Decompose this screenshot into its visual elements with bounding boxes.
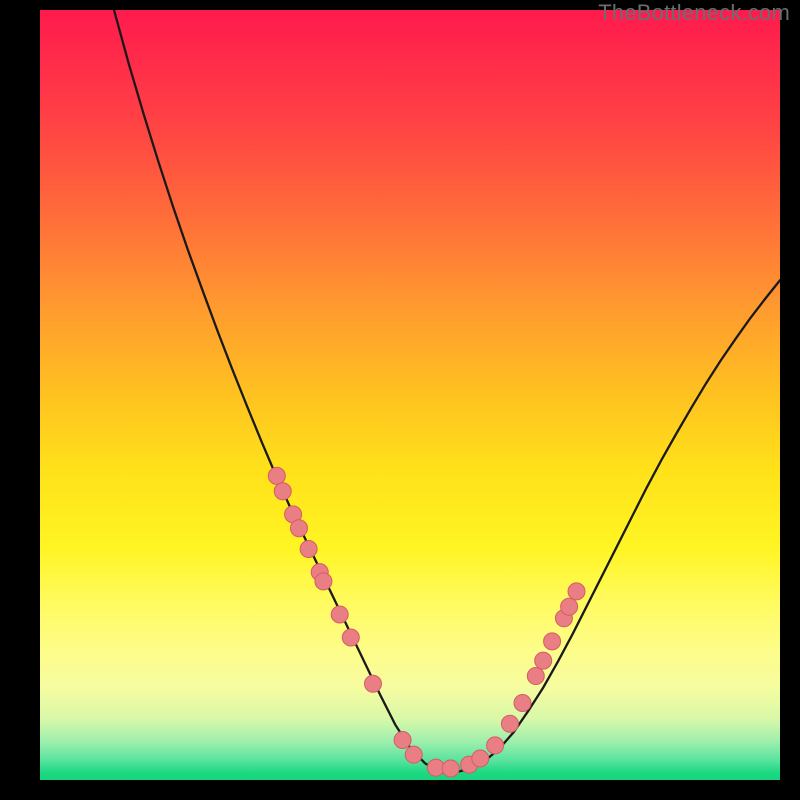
data-point xyxy=(342,629,359,646)
data-point xyxy=(527,668,544,685)
data-point xyxy=(365,675,382,692)
data-point xyxy=(544,633,561,650)
chart-stage: TheBottleneck.com xyxy=(0,0,800,800)
data-point xyxy=(291,520,308,537)
data-point xyxy=(501,715,518,732)
data-point xyxy=(274,483,291,500)
data-point xyxy=(514,695,531,712)
data-point xyxy=(315,573,332,590)
data-point xyxy=(268,467,285,484)
data-point xyxy=(394,731,411,748)
data-point xyxy=(568,583,585,600)
data-point xyxy=(535,652,552,669)
dots-layer xyxy=(40,10,780,780)
data-point xyxy=(331,606,348,623)
data-point xyxy=(405,746,422,763)
data-point xyxy=(561,598,578,615)
data-point xyxy=(442,760,459,777)
data-point xyxy=(472,750,489,767)
data-point xyxy=(487,737,504,754)
watermark-text: TheBottleneck.com xyxy=(598,0,790,26)
plot-area xyxy=(40,10,780,780)
dots-group xyxy=(268,467,585,777)
data-point xyxy=(300,541,317,558)
